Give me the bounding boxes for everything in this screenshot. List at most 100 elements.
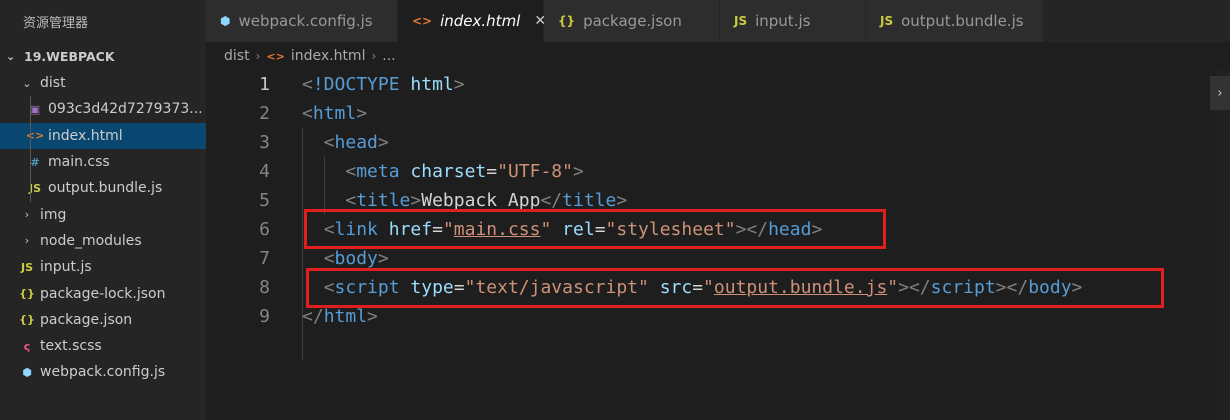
code-token: > xyxy=(410,190,422,211)
code-token: > xyxy=(616,190,628,211)
tab-package-json[interactable]: {} package.json xyxy=(544,0,720,42)
chevron-down-icon: ⌄ xyxy=(22,76,32,90)
editor-tab-bar: ⬢ webpack.config.js <> index.html ✕{} package… xyxy=(206,0,1230,42)
code-line[interactable]: <!DOCTYPE html> xyxy=(302,70,1082,99)
code-token: html xyxy=(323,306,368,327)
tab-index-html[interactable]: <> index.html ✕ xyxy=(398,0,546,42)
tab-output-bundle-js[interactable]: JS output.bundle.js xyxy=(866,0,1044,42)
line-number: 8 xyxy=(259,277,270,298)
highlight-box-script xyxy=(306,268,1164,308)
chevron-right-icon: › xyxy=(371,49,377,63)
code-token: html xyxy=(312,103,357,124)
code-token: < xyxy=(345,161,357,182)
code-editor[interactable]: 123456789 <!DOCTYPE html> <html> <head> <… xyxy=(206,70,1230,420)
tree-item-label: main.css xyxy=(48,154,110,171)
tree-indent-guide xyxy=(30,96,31,202)
tab-label: index.html xyxy=(440,12,521,30)
tree-item-label: output.bundle.js xyxy=(48,180,163,197)
tree-item-label: index.html xyxy=(48,127,123,144)
chevron-down-icon: ⌄ xyxy=(6,49,16,63)
code-line[interactable]: <meta charset="UTF-8"> xyxy=(302,157,1082,186)
project-folder-header[interactable]: ⌄ 19.WEBPACK xyxy=(0,42,206,70)
tab-webpack-config-js[interactable]: ⬢ webpack.config.js xyxy=(206,0,398,42)
tree-item-label: package-lock.json xyxy=(40,285,166,302)
line-number: 2 xyxy=(259,103,270,124)
code-token: "UTF-8" xyxy=(497,161,573,182)
code-token: meta xyxy=(356,161,400,182)
code-token: > xyxy=(356,103,368,124)
html-icon: <> xyxy=(412,14,433,28)
code-line[interactable]: <head> xyxy=(302,128,1082,157)
code-token: </ xyxy=(540,190,563,211)
tree-item-label: text.scss xyxy=(40,338,102,355)
line-number: 7 xyxy=(259,248,270,269)
tree-item-label: webpack.config.js xyxy=(40,364,166,381)
code-token: < xyxy=(323,132,335,153)
tab-label: webpack.config.js xyxy=(238,12,373,30)
line-number-gutter: 1 2 3 4 5 6 7 8 9 xyxy=(206,70,280,331)
tab-label: package.json xyxy=(583,12,682,30)
tree-item-label: node_modules xyxy=(40,232,142,249)
chevron-right-icon: › xyxy=(255,49,261,63)
js-icon: JS xyxy=(734,14,748,28)
code-token: head xyxy=(334,132,378,153)
json-icon: {} xyxy=(558,14,576,28)
code-line[interactable]: <html> xyxy=(302,99,1082,128)
code-token: > xyxy=(377,248,389,269)
tree-item-label: 093c3d42d7279373... xyxy=(48,101,203,118)
js-icon: JS xyxy=(880,14,894,28)
line-number: 6 xyxy=(259,219,270,240)
json-icon: {} xyxy=(19,313,35,327)
tree-item[interactable]: › node_modules xyxy=(0,228,206,254)
code-token: title xyxy=(562,190,617,211)
tree-item[interactable]: {} package.json xyxy=(0,307,206,333)
tree-item[interactable]: {} package-lock.json xyxy=(0,280,206,306)
tree-item-label: package.json xyxy=(40,311,133,328)
tree-item[interactable]: ⬢ webpack.config.js xyxy=(0,359,206,385)
code-token: > xyxy=(377,132,389,153)
code-token: > xyxy=(367,306,378,327)
explorer-title: 资源管理器 xyxy=(23,15,89,31)
tab-label: input.js xyxy=(755,12,811,30)
code-token: !DOCTYPE xyxy=(312,74,400,95)
breadcrumb-more[interactable]: ... xyxy=(382,48,395,64)
breadcrumb-folder[interactable]: dist xyxy=(224,48,250,64)
tree-item-label: img xyxy=(40,206,67,223)
html-icon: <> xyxy=(266,49,285,63)
tree-item-label: input.js xyxy=(40,259,92,276)
tab-input-js[interactable]: JS input.js xyxy=(720,0,866,42)
line-number: 1 xyxy=(259,74,270,95)
tree-item[interactable]: JS input.js xyxy=(0,254,206,280)
line-number: 9 xyxy=(259,306,270,327)
code-token: </ xyxy=(302,306,324,327)
code-token: < xyxy=(345,190,357,211)
line-number: 3 xyxy=(259,132,270,153)
chevron-right-icon[interactable]: › xyxy=(1210,76,1230,110)
project-name: 19.WEBPACK xyxy=(24,48,115,64)
code-token: < xyxy=(302,103,313,124)
explorer-sidebar: 资源管理器 ⌄ 19.WEBPACK ⌄ dist ▣ 093c3d42d727937… xyxy=(0,0,206,420)
line-number: 4 xyxy=(259,161,270,182)
webpack-icon: ⬢ xyxy=(22,365,32,379)
webpack-icon: ⬢ xyxy=(220,14,231,28)
chevron-right-icon: › xyxy=(24,208,30,222)
code-token: html xyxy=(410,74,454,95)
code-token: title xyxy=(356,190,411,211)
code-token: Webpack App xyxy=(421,190,541,211)
json-icon: {} xyxy=(19,287,35,301)
tree-item[interactable]: ς text.scss xyxy=(0,333,206,359)
tree-item[interactable]: › img xyxy=(0,201,206,227)
vertical-scrollbar[interactable] xyxy=(1216,70,1230,420)
js-icon: JS xyxy=(20,260,33,274)
tree-item[interactable]: ⌄ dist xyxy=(0,70,206,96)
tree-item-label: dist xyxy=(40,75,66,92)
breadcrumb-file[interactable]: index.html xyxy=(291,48,366,64)
code-token: < xyxy=(323,248,335,269)
code-token: > xyxy=(572,161,584,182)
highlight-box-link xyxy=(304,209,886,249)
code-token: > xyxy=(453,74,465,95)
